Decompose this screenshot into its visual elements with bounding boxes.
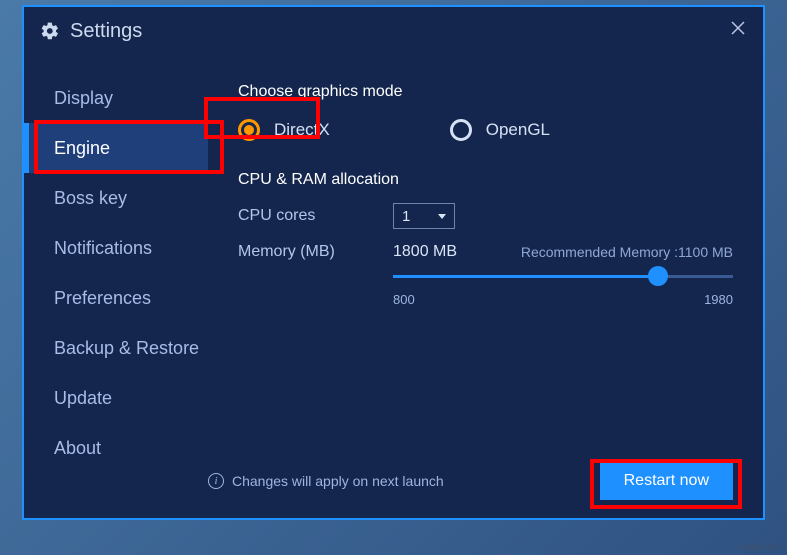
- cpu-cores-label: CPU cores: [238, 207, 393, 225]
- close-icon[interactable]: [729, 19, 747, 43]
- info-icon: i: [208, 473, 224, 489]
- slider-thumb[interactable]: [648, 266, 668, 286]
- slider-labels: 800 1980: [393, 292, 733, 307]
- cpu-cores-row: CPU cores 1: [238, 203, 733, 229]
- radio-opengl[interactable]: OpenGL: [450, 119, 550, 141]
- sidebar-item-update[interactable]: Update: [24, 373, 208, 423]
- titlebar: Settings: [24, 7, 763, 55]
- sidebar-item-display[interactable]: Display: [24, 73, 208, 123]
- sidebar-item-backup-restore[interactable]: Backup & Restore: [24, 323, 208, 373]
- slider-track: [393, 275, 733, 278]
- sidebar-item-boss-key[interactable]: Boss key: [24, 173, 208, 223]
- content-panel: Choose graphics mode DirectX OpenGL CPU …: [208, 55, 763, 518]
- radio-label: DirectX: [274, 120, 330, 140]
- slider-fill: [393, 275, 658, 278]
- sidebar-item-about[interactable]: About: [24, 423, 208, 473]
- recommended-memory: Recommended Memory :1100 MB: [521, 244, 733, 260]
- sidebar-item-engine[interactable]: Engine: [24, 123, 208, 173]
- sidebar-item-label: Boss key: [54, 188, 127, 209]
- sidebar-item-notifications[interactable]: Notifications: [24, 223, 208, 273]
- window-body: Display Engine Boss key Notifications Pr…: [24, 55, 763, 518]
- sidebar-item-label: Display: [54, 88, 113, 109]
- cpu-cores-dropdown[interactable]: 1: [393, 203, 455, 229]
- sidebar-item-preferences[interactable]: Preferences: [24, 273, 208, 323]
- info-text: Changes will apply on next launch: [232, 473, 444, 489]
- memory-row: Memory (MB) 1800 MB Recommended Memory :…: [238, 243, 733, 261]
- graphics-mode-radios: DirectX OpenGL: [238, 119, 733, 141]
- settings-window: Settings Display Engine Boss key Notific…: [22, 5, 765, 520]
- sidebar-item-label: Backup & Restore: [54, 338, 199, 359]
- memory-value: 1800 MB: [393, 243, 457, 261]
- sidebar-item-label: Preferences: [54, 288, 151, 309]
- restart-button[interactable]: Restart now: [600, 462, 733, 500]
- sidebar: Display Engine Boss key Notifications Pr…: [24, 55, 208, 518]
- sidebar-item-label: Engine: [54, 138, 110, 159]
- footer: i Changes will apply on next launch Rest…: [208, 462, 733, 500]
- info-note: i Changes will apply on next launch: [208, 473, 444, 489]
- cpu-ram-title: CPU & RAM allocation: [238, 171, 733, 189]
- graphics-mode-title: Choose graphics mode: [238, 83, 733, 101]
- gear-icon: [40, 21, 60, 41]
- sidebar-item-label: Update: [54, 388, 112, 409]
- slider-min: 800: [393, 292, 415, 307]
- memory-slider[interactable]: 800 1980: [393, 275, 733, 307]
- window-title: Settings: [70, 20, 142, 43]
- radio-label: OpenGL: [486, 120, 550, 140]
- radio-directx[interactable]: DirectX: [238, 119, 330, 141]
- slider-max: 1980: [704, 292, 733, 307]
- memory-label: Memory (MB): [238, 243, 393, 261]
- watermark: cxda.com: [738, 542, 781, 553]
- caret-down-icon: [438, 214, 446, 219]
- radio-unchecked-icon: [450, 119, 472, 141]
- sidebar-item-label: About: [54, 438, 101, 459]
- sidebar-item-label: Notifications: [54, 238, 152, 259]
- dropdown-value: 1: [402, 208, 410, 225]
- radio-checked-icon: [238, 119, 260, 141]
